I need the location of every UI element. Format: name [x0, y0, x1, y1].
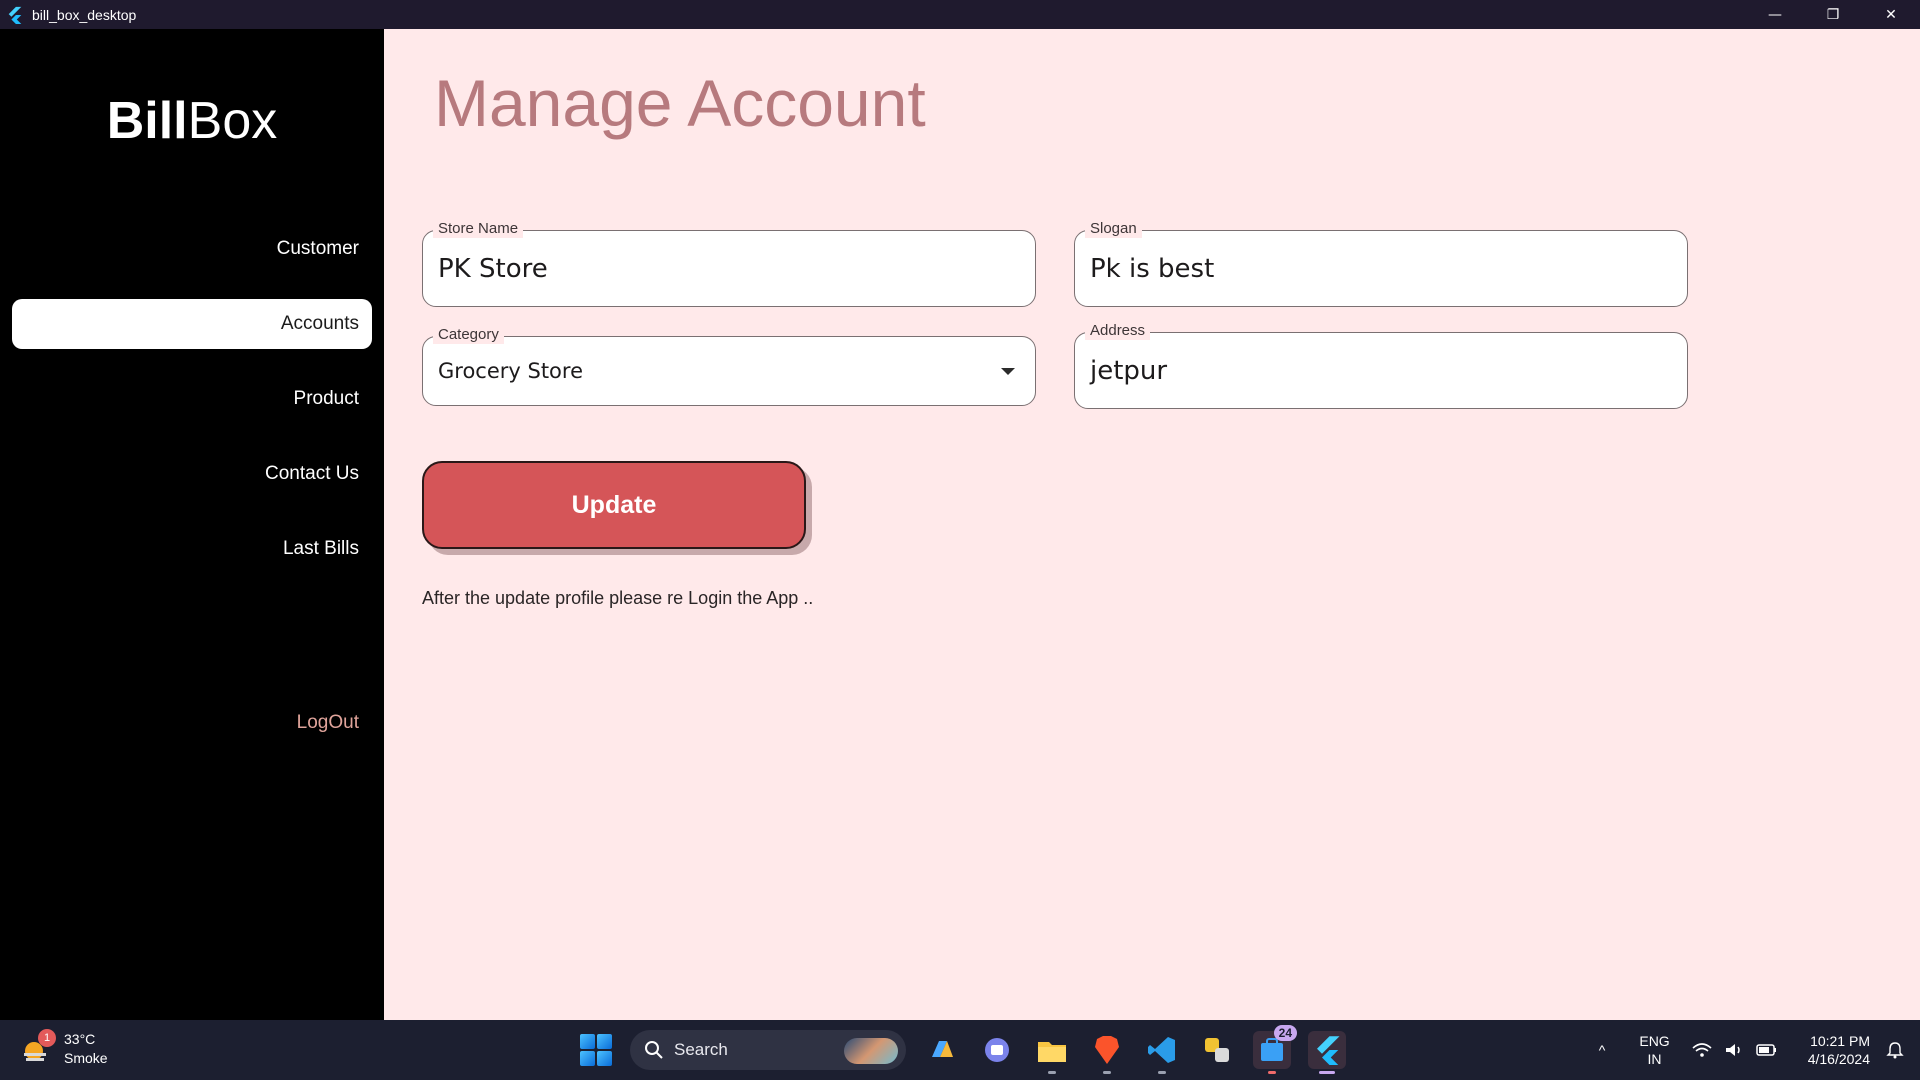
weather-icon: 1 — [20, 1029, 56, 1065]
weather-temp: 33°C — [64, 1031, 96, 1047]
copilot-icon[interactable] — [923, 1031, 961, 1069]
store-name-value: PK Store — [438, 253, 548, 284]
main-content: Manage Account Store Name PK Store Sloga… — [384, 29, 1920, 1020]
python-icon[interactable] — [1198, 1031, 1236, 1069]
slogan-field[interactable]: Slogan Pk is best — [1074, 220, 1688, 307]
window-controls: — ❐ ✕ — [1746, 0, 1920, 29]
logo-bold-text: Bill — [106, 92, 188, 150]
taskbar-apps: Search 24 — [580, 1020, 1346, 1080]
tray-status-icons[interactable] — [1692, 1042, 1778, 1058]
sidebar-item-contact-us[interactable]: Contact Us — [12, 449, 372, 499]
app-logo: BillBox — [0, 91, 384, 151]
clock-time: 10:21 PM — [1810, 1033, 1870, 1049]
weather-condition: Smoke — [64, 1050, 108, 1066]
store-icon[interactable]: 24 — [1253, 1025, 1297, 1074]
battery-icon — [1755, 1044, 1776, 1056]
update-button[interactable]: Update — [422, 461, 806, 549]
search-label: Search — [674, 1040, 728, 1059]
language-indicator[interactable]: ENG IN — [1639, 1032, 1669, 1068]
taskbar-search[interactable]: Search — [630, 1030, 906, 1070]
page-title: Manage Account — [434, 66, 926, 140]
tray-overflow-icon[interactable]: ^ — [1599, 1042, 1606, 1058]
brave-icon[interactable] — [1088, 1031, 1126, 1074]
search-highlight-image — [844, 1038, 898, 1064]
search-icon — [645, 1041, 663, 1059]
start-button[interactable] — [580, 1034, 612, 1066]
sidebar-item-last-bills[interactable]: Last Bills — [12, 524, 372, 574]
store-name-field[interactable]: Store Name PK Store — [422, 220, 1036, 307]
taskbar: 1 33°C Smoke Search 24 ^ ENG IN 10:21 PM… — [0, 1020, 1920, 1080]
vscode-icon[interactable] — [1143, 1031, 1181, 1074]
update-note: After the update profile please re Login… — [422, 588, 814, 608]
sidebar: BillBox Customer Accounts Product Contac… — [0, 29, 384, 1020]
flutter-icon[interactable] — [1308, 1031, 1346, 1074]
region-code: IN — [1647, 1051, 1662, 1067]
sidebar-item-product[interactable]: Product — [12, 374, 372, 424]
window-titlebar: bill_box_desktop — ❐ ✕ — [0, 0, 1920, 29]
close-button[interactable]: ✕ — [1862, 0, 1920, 29]
category-dropdown[interactable]: Category Grocery Store — [422, 326, 1036, 406]
teams-icon[interactable] — [978, 1031, 1016, 1069]
dropdown-arrow-icon — [1001, 368, 1015, 375]
minimize-button[interactable]: — — [1746, 0, 1804, 29]
file-explorer-icon[interactable] — [1033, 1031, 1071, 1074]
flutter-app-icon — [8, 6, 22, 24]
address-value: jetpur — [1090, 355, 1168, 386]
sidebar-item-customer[interactable]: Customer — [12, 224, 372, 274]
volume-icon — [1725, 1044, 1740, 1056]
system-tray: ^ ENG IN 10:21 PM 4/16/2024 — [1599, 1020, 1920, 1080]
restore-button[interactable]: ❐ — [1804, 0, 1862, 29]
notification-bell-icon[interactable] — [1886, 1041, 1904, 1059]
wifi-icon — [1692, 1043, 1712, 1057]
lang-code: ENG — [1639, 1033, 1670, 1049]
logo-light-text: Box — [187, 92, 278, 150]
window-title: bill_box_desktop — [32, 6, 137, 23]
sidebar-item-accounts[interactable]: Accounts — [12, 299, 372, 349]
weather-widget[interactable]: 1 33°C Smoke — [20, 1029, 108, 1068]
logout-link[interactable]: LogOut — [12, 698, 372, 748]
slogan-value: Pk is best — [1090, 253, 1215, 284]
category-value: Grocery Store — [438, 359, 584, 383]
weather-badge: 1 — [38, 1029, 56, 1047]
store-badge: 24 — [1273, 1025, 1297, 1041]
clock-date: 4/16/2024 — [1807, 1051, 1870, 1067]
address-field[interactable]: Address jetpur — [1074, 322, 1688, 409]
clock[interactable]: 10:21 PM 4/16/2024 — [1808, 1032, 1870, 1068]
